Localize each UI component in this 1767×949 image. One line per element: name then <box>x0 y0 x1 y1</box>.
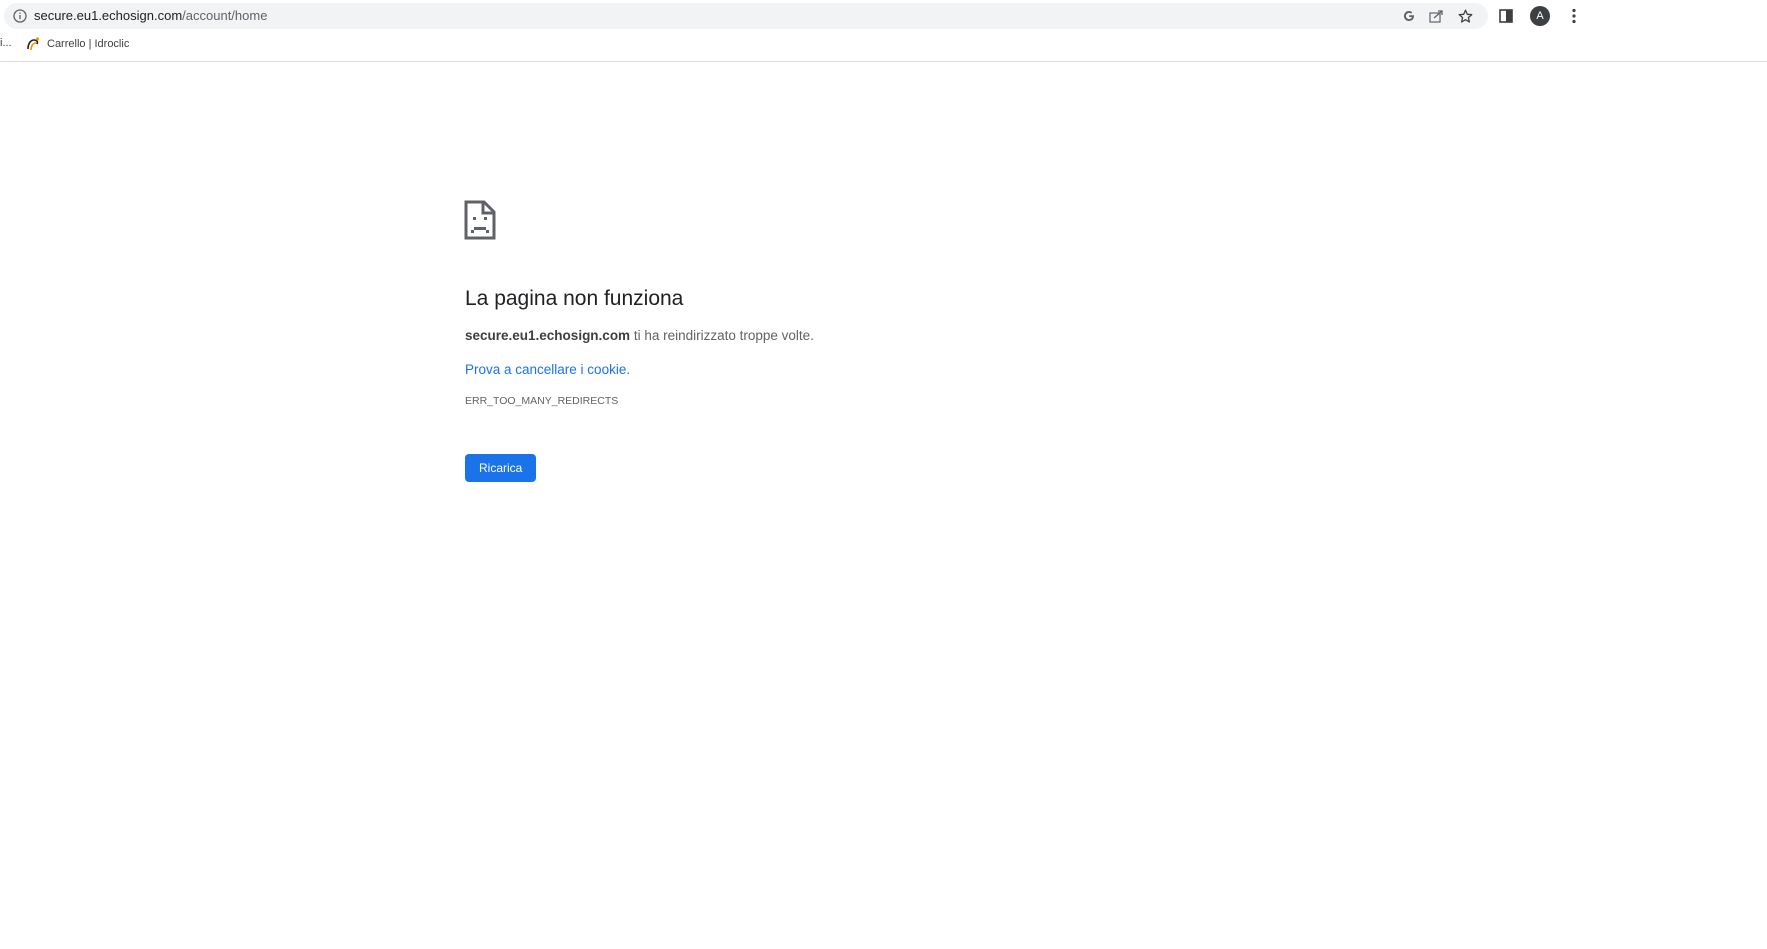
omnibox-actions <box>1400 7 1474 25</box>
profile-avatar[interactable]: A <box>1528 4 1552 28</box>
reload-button[interactable]: Ricarica <box>465 454 537 482</box>
error-page: La pagina non funziona secure.eu1.echosi… <box>464 200 1165 482</box>
suggestion-suffix: . <box>626 362 631 377</box>
bookmark-truncated[interactable]: i... <box>0 37 12 49</box>
url-host: secure.eu1.echosign.com <box>34 8 183 23</box>
bookmark-star-icon[interactable] <box>1456 7 1474 25</box>
toolbar-actions: A <box>1494 4 1586 28</box>
error-suggestion: Prova a cancellare i cookie. <box>465 360 1165 380</box>
info-icon[interactable] <box>13 9 27 23</box>
error-message: ti ha reindirizzato troppe volte. <box>630 328 814 343</box>
bookmark-label: Carrello | Idroclic <box>47 38 130 50</box>
url-path: /account/home <box>182 8 268 23</box>
side-panel-icon[interactable] <box>1494 4 1518 28</box>
browser-toolbar: secure.eu1.echosign.com/account/home A i… <box>0 0 1767 62</box>
url-text[interactable]: secure.eu1.echosign.com/account/home <box>34 9 267 23</box>
idroclic-favicon-icon <box>27 37 40 51</box>
error-code: ERR_TOO_MANY_REDIRECTS <box>465 395 619 407</box>
error-title: La pagina non funziona <box>465 287 684 310</box>
google-lens-icon[interactable] <box>1400 7 1418 25</box>
address-bar[interactable]: secure.eu1.echosign.com/account/home <box>4 3 1488 29</box>
avatar: A <box>1530 6 1550 26</box>
sad-page-icon <box>464 200 496 240</box>
bookmarks-bar: i... Carrello | Idroclic <box>0 33 1767 55</box>
clear-cookies-link[interactable]: Prova a cancellare i cookie <box>465 362 626 377</box>
more-menu-icon[interactable] <box>1562 4 1586 28</box>
error-host: secure.eu1.echosign.com <box>465 328 631 343</box>
share-icon[interactable] <box>1428 7 1446 25</box>
bookmark-carrello-idroclic[interactable]: Carrello | Idroclic <box>25 34 129 54</box>
error-description: secure.eu1.echosign.com ti ha reindirizz… <box>465 326 1165 346</box>
